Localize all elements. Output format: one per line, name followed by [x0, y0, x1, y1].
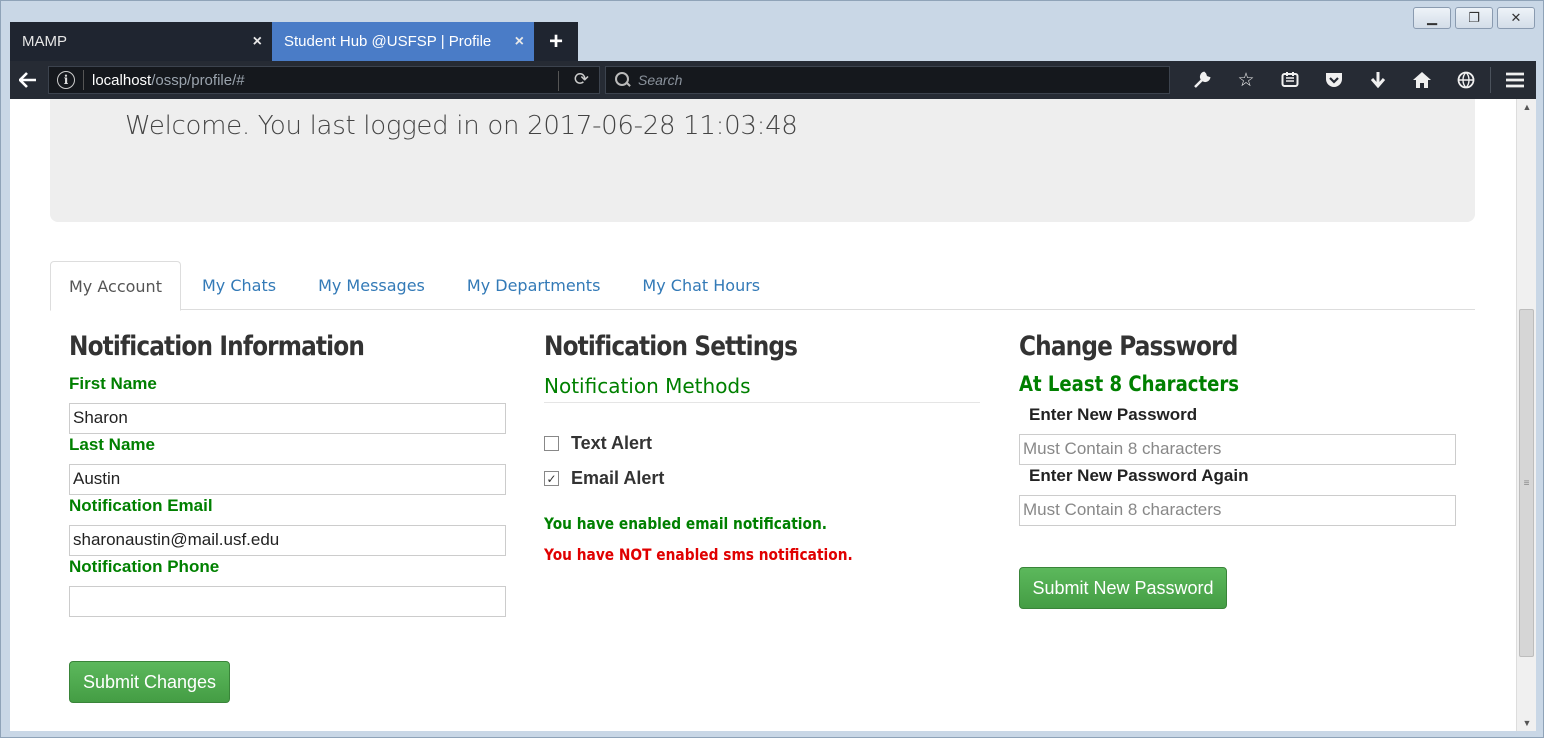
- tab-my-departments[interactable]: My Departments: [446, 261, 622, 310]
- tab-strip: MAMP × Student Hub @USFSP | Profile × +: [10, 22, 578, 61]
- first-name-field[interactable]: Sharon: [69, 403, 506, 434]
- url-text[interactable]: localhost/ossp/profile/#: [92, 72, 245, 89]
- restore-button[interactable]: ❐: [1455, 7, 1493, 29]
- scroll-down-icon[interactable]: ▼: [1517, 715, 1537, 731]
- last-name-field[interactable]: Austin: [69, 464, 506, 495]
- url-divider: [558, 71, 559, 91]
- notification-settings-section: Notification Settings Notification Metho…: [544, 331, 980, 564]
- menu-icon[interactable]: [1493, 61, 1537, 99]
- change-password-title: Change Password: [1019, 331, 1238, 362]
- email-label: Notification Email: [69, 496, 213, 515]
- submit-password-button[interactable]: Submit New Password: [1019, 567, 1227, 609]
- url-host: localhost: [92, 71, 152, 89]
- new-tab-button[interactable]: +: [534, 22, 578, 61]
- toolbar-separator: [1490, 67, 1491, 93]
- confirm-password-field[interactable]: Must Contain 8 characters: [1019, 495, 1456, 526]
- new-password-label: Enter New Password: [1029, 405, 1198, 424]
- browser-tab-profile[interactable]: Student Hub @USFSP | Profile ×: [272, 22, 534, 61]
- tab-close-icon[interactable]: ×: [515, 33, 524, 51]
- welcome-message: Welcome. You last logged in on 2017-06-2…: [125, 111, 798, 141]
- wrench-icon[interactable]: [1180, 61, 1224, 99]
- email-field[interactable]: sharonaustin@mail.usf.edu: [69, 525, 506, 556]
- email-alert-option[interactable]: ✓ Email Alert: [544, 468, 980, 489]
- welcome-banner: Welcome. You last logged in on 2017-06-2…: [50, 99, 1475, 222]
- minimize-button[interactable]: ▁: [1413, 7, 1451, 29]
- search-placeholder: Search: [638, 72, 683, 88]
- text-alert-option[interactable]: Text Alert: [544, 433, 980, 454]
- tab-title: Student Hub @USFSP | Profile: [284, 33, 492, 50]
- methods-divider: [544, 402, 980, 403]
- notification-methods-label: Notification Methods: [544, 374, 751, 398]
- new-password-field[interactable]: Must Contain 8 characters: [1019, 434, 1456, 465]
- url-path: /ossp/profile/#: [151, 71, 245, 89]
- search-bar[interactable]: Search: [605, 66, 1170, 94]
- phone-field[interactable]: [69, 586, 506, 617]
- email-alert-checkbox[interactable]: ✓: [544, 471, 559, 486]
- page-viewport: Welcome. You last logged in on 2017-06-2…: [10, 99, 1516, 731]
- confirm-password-label: Enter New Password Again: [1029, 466, 1249, 485]
- tab-title: MAMP: [22, 33, 67, 50]
- last-name-label: Last Name: [69, 435, 155, 454]
- notification-settings-title: Notification Settings: [544, 331, 798, 362]
- browser-tab-mamp[interactable]: MAMP ×: [10, 22, 272, 61]
- first-name-label: First Name: [69, 374, 157, 393]
- text-alert-label: Text Alert: [571, 433, 653, 453]
- download-icon[interactable]: [1356, 61, 1400, 99]
- window-controls: ▁ ❐ ✕: [1413, 7, 1535, 29]
- toolbar: ☆: [1180, 61, 1537, 99]
- phone-label: Notification Phone: [69, 557, 220, 576]
- submit-changes-button[interactable]: Submit Changes: [69, 661, 230, 703]
- url-bar[interactable]: i localhost/ossp/profile/# ⟳: [48, 66, 600, 94]
- tab-my-account[interactable]: My Account: [50, 261, 181, 311]
- globe-icon[interactable]: [1444, 61, 1488, 99]
- home-icon[interactable]: [1400, 61, 1444, 99]
- back-arrow-icon[interactable]: [10, 61, 46, 99]
- close-window-button[interactable]: ✕: [1497, 7, 1535, 29]
- browser-window: ▁ ❐ ✕ MAMP × Student Hub @USFSP | Profil…: [0, 0, 1544, 738]
- email-alert-label: Email Alert: [571, 468, 665, 488]
- notification-info-section: Notification Information First Name Shar…: [69, 331, 506, 617]
- tab-my-chats[interactable]: My Chats: [181, 261, 297, 310]
- password-requirement: At Least 8 Characters: [1019, 372, 1240, 396]
- scroll-up-icon[interactable]: ▲: [1517, 99, 1537, 115]
- change-password-section: Change Password At Least 8 Characters En…: [1019, 331, 1456, 526]
- sms-status-message: You have NOT enabled sms notification.: [544, 545, 853, 564]
- info-icon[interactable]: i: [57, 71, 75, 89]
- pocket-icon[interactable]: [1312, 61, 1356, 99]
- tab-close-icon[interactable]: ×: [253, 33, 262, 51]
- text-alert-checkbox[interactable]: [544, 436, 559, 451]
- tab-my-chat-hours[interactable]: My Chat Hours: [621, 261, 781, 310]
- url-separator: [83, 70, 84, 90]
- notification-info-title: Notification Information: [69, 331, 365, 362]
- tab-my-messages[interactable]: My Messages: [297, 261, 446, 310]
- reload-icon[interactable]: ⟳: [574, 69, 589, 90]
- search-icon: [614, 71, 632, 89]
- navigation-bar: i localhost/ossp/profile/# ⟳ Search ☆: [10, 61, 1536, 99]
- email-status-message: You have enabled email notification.: [544, 514, 828, 533]
- scroll-thumb[interactable]: ≡: [1519, 309, 1534, 657]
- star-icon[interactable]: ☆: [1224, 61, 1268, 99]
- reader-icon[interactable]: [1268, 61, 1312, 99]
- page-scrollbar[interactable]: ▲ ≡ ▼: [1516, 99, 1536, 731]
- profile-tabs: My Account My Chats My Messages My Depar…: [50, 261, 1475, 311]
